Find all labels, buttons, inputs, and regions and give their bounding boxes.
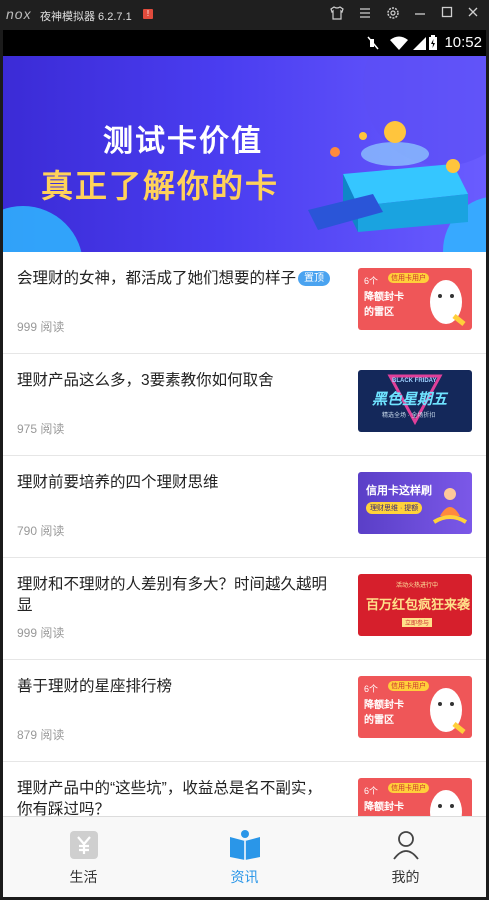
close-icon[interactable] bbox=[464, 5, 482, 23]
promo-banner[interactable]: 测试卡价值 真正了解你的卡 bbox=[3, 56, 486, 252]
tab-profile[interactable]: 我的 bbox=[325, 817, 486, 897]
news-item[interactable]: 理财和不理财的人差别有多大？时间越久越明显 999 阅读 活动火热进行中 百万红… bbox=[3, 558, 486, 660]
tab-life[interactable]: 生活 bbox=[3, 817, 164, 897]
news-thumbnail: 6个 信用卡用户 降额封卡 的雷区 bbox=[358, 268, 472, 330]
read-count: 999 阅读 bbox=[17, 320, 65, 334]
battery-icon bbox=[428, 35, 438, 56]
emulator-title: 夜神模拟器 6.2.7.1 bbox=[40, 11, 132, 23]
emulator-logo: nox bbox=[6, 6, 32, 22]
meditating-person-illustration bbox=[432, 488, 468, 524]
pinned-badge: 置顶 bbox=[298, 271, 331, 286]
minimize-icon[interactable] bbox=[411, 5, 429, 23]
read-count: 879 阅读 bbox=[17, 728, 65, 742]
news-thumbnail: 6个 信用卡用户 降额封卡 的雷区 bbox=[358, 676, 472, 738]
emulator-title-bar: nox 夜神模拟器 6.2.7.1 ! bbox=[0, 0, 489, 30]
news-title: 理财前要培养的四个理财思维 bbox=[17, 474, 219, 491]
read-count: 975 阅读 bbox=[17, 422, 65, 436]
read-count: 790 阅读 bbox=[17, 524, 65, 538]
maximize-icon[interactable] bbox=[438, 5, 456, 23]
news-thumbnail: 信用卡这样刷 理财思维 · 提额 bbox=[358, 472, 472, 534]
news-item[interactable]: 理财前要培养的四个理财思维 790 阅读 信用卡这样刷 理财思维 · 提额 bbox=[3, 456, 486, 558]
menu-icon[interactable] bbox=[356, 5, 374, 23]
shirt-icon[interactable] bbox=[328, 5, 346, 23]
news-item[interactable]: 理财产品这么多，3要素教你如何取舍 975 阅读 BLACK FRIDAY 黑色… bbox=[3, 354, 486, 456]
alert-icon[interactable]: ! bbox=[143, 9, 153, 19]
life-yen-icon bbox=[67, 829, 101, 861]
news-title: 理财产品这么多，3要素教你如何取舍 bbox=[17, 372, 274, 389]
news-item[interactable]: 会理财的女神，都活成了她们想要的样子 置顶 999 阅读 6个 信用卡用户 降额封… bbox=[3, 252, 486, 354]
app-screen: 测试卡价值 真正了解你的卡 会理财的女神，都活成了她们想要的样子 置顶 999 阅… bbox=[3, 56, 486, 897]
bottom-tab-bar: 生活 资讯 我的 bbox=[3, 816, 486, 897]
news-book-icon bbox=[228, 829, 262, 861]
tab-news[interactable]: 资讯 bbox=[164, 817, 325, 897]
tab-label: 生活 bbox=[69, 869, 98, 885]
profile-person-icon bbox=[389, 829, 423, 861]
mascot-illustration bbox=[430, 688, 466, 734]
emulator-window: nox 夜神模拟器 6.2.7.1 ! 10:52 测试卡价值 真正了解你的卡 … bbox=[0, 0, 489, 900]
news-title: 理财和不理财的人差别有多大？时间越久越明显 bbox=[17, 576, 328, 614]
tab-label: 我的 bbox=[391, 869, 420, 885]
news-item[interactable]: 善于理财的星座排行榜 879 阅读 6个 信用卡用户 降额封卡 的雷区 bbox=[3, 660, 486, 762]
news-list: 会理财的女神，都活成了她们想要的样子 置顶 999 阅读 6个 信用卡用户 降额封… bbox=[3, 252, 486, 864]
signal-icon bbox=[411, 35, 427, 56]
gear-icon[interactable] bbox=[384, 5, 402, 23]
card-machine-illustration bbox=[308, 121, 468, 232]
wifi-icon bbox=[389, 35, 409, 56]
banner-subheadline: 真正了解你的卡 bbox=[41, 168, 280, 204]
mascot-illustration bbox=[430, 280, 466, 326]
banner-headline: 测试卡价值 bbox=[103, 125, 263, 158]
status-time: 10:52 bbox=[444, 34, 482, 51]
news-title: 理财产品中的“这些坑”，收益总是名不副实，你有踩过吗？ bbox=[17, 780, 322, 818]
news-title: 会理财的女神，都活成了她们想要的样子 置顶 bbox=[17, 268, 337, 289]
banner-decoration bbox=[3, 206, 83, 252]
tab-label: 资讯 bbox=[230, 869, 259, 885]
news-thumbnail: 活动火热进行中 百万红包疯狂来袭 立即参与 bbox=[358, 574, 472, 636]
news-title: 善于理财的星座排行榜 bbox=[17, 678, 173, 695]
mute-icon bbox=[365, 35, 381, 56]
read-count: 999 阅读 bbox=[17, 626, 65, 640]
status-bar: 10:52 bbox=[3, 30, 486, 56]
news-thumbnail: BLACK FRIDAY 黑色星期五 精选全场 · 全场折扣 bbox=[358, 370, 472, 432]
